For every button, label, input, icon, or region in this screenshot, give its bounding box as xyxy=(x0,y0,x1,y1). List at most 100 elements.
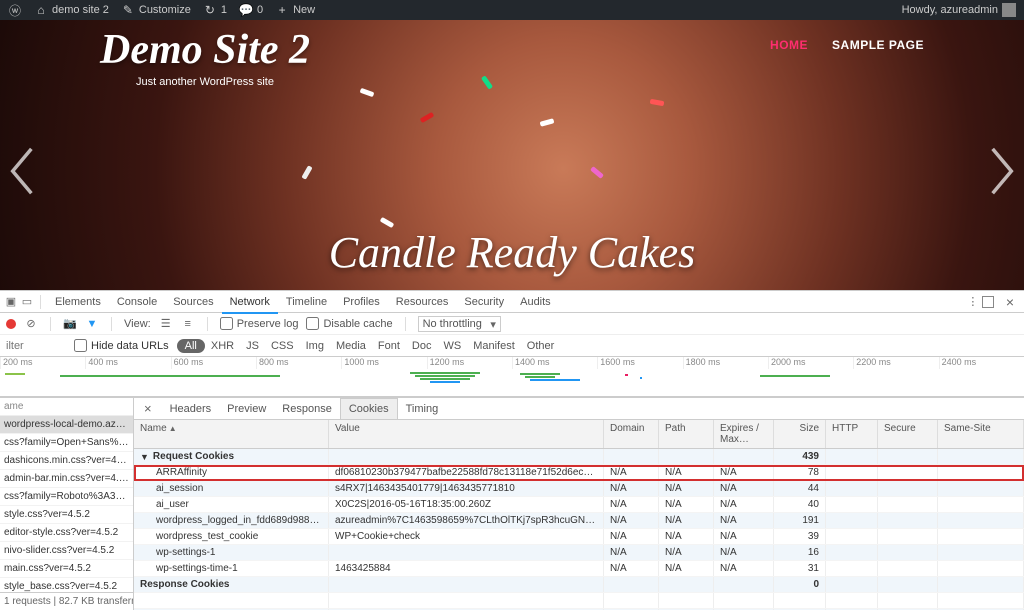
wp-customize[interactable]: ✎Customize xyxy=(121,3,191,17)
dock-icon[interactable] xyxy=(982,296,994,308)
network-filter-row: Hide data URLs AllXHRJSCSSImgMediaFontDo… xyxy=(0,335,1024,357)
wp-new[interactable]: +New xyxy=(275,3,315,17)
devtools-tab-elements[interactable]: Elements xyxy=(47,292,109,312)
record-icon[interactable] xyxy=(6,319,16,329)
request-item[interactable]: admin-bar.min.css?ver=4.5.2 xyxy=(0,470,133,488)
devtools-tab-audits[interactable]: Audits xyxy=(512,292,559,312)
devtools-panel: ▣ ▭ ElementsConsoleSourcesNetworkTimelin… xyxy=(0,290,1024,610)
col-http[interactable]: HTTP xyxy=(826,420,878,448)
hide-data-urls-checkbox[interactable]: Hide data URLs xyxy=(74,339,169,352)
filter-type-img[interactable]: Img xyxy=(300,338,330,354)
filter-type-doc[interactable]: Doc xyxy=(406,338,438,354)
request-item[interactable]: css?family=Roboto%3A300%2… xyxy=(0,488,133,506)
throttle-select[interactable]: No throttling xyxy=(418,316,501,332)
request-item[interactable]: style_base.css?ver=4.5.2 xyxy=(0,578,133,592)
wp-howdy[interactable]: Howdy, azureadmin xyxy=(902,3,1016,17)
timeline-tick: 800 ms xyxy=(256,357,341,369)
inspect-element-icon[interactable]: ▣ xyxy=(4,295,18,309)
cookie-row[interactable]: ai_sessions4RX7|1463435401779|1463435771… xyxy=(134,481,1024,497)
col-samesite[interactable]: Same-Site xyxy=(938,420,1024,448)
request-item[interactable]: editor-style.css?ver=4.5.2 xyxy=(0,524,133,542)
col-secure[interactable]: Secure xyxy=(878,420,938,448)
filter-type-ws[interactable]: WS xyxy=(437,338,467,354)
timeline-tick: 2200 ms xyxy=(853,357,938,369)
cookie-row[interactable]: wordpress_logged_in_fdd689d988fb4ab8fab9… xyxy=(134,513,1024,529)
timeline-tick: 1200 ms xyxy=(427,357,512,369)
timeline-tick: 400 ms xyxy=(85,357,170,369)
request-cookies-section[interactable]: ▼Request Cookies 439 xyxy=(134,449,1024,465)
detail-tab-headers[interactable]: Headers xyxy=(162,399,220,419)
avatar-icon xyxy=(1002,3,1016,17)
capture-screenshots-icon[interactable]: 📷 xyxy=(63,317,77,331)
slide-caption: Candle Ready Cakes xyxy=(0,227,1024,278)
request-list: ame wordpress-local-demo.azurewe…css?fam… xyxy=(0,398,134,610)
expand-icon: ▼ xyxy=(140,452,149,462)
wp-comments[interactable]: 💬0 xyxy=(239,3,263,17)
wp-updates[interactable]: ↻1 xyxy=(203,3,227,17)
devtools-tab-profiles[interactable]: Profiles xyxy=(335,292,388,312)
cookie-row[interactable]: wp-settings-1N/AN/AN/A16 xyxy=(134,545,1024,561)
detail-tab-preview[interactable]: Preview xyxy=(219,399,274,419)
request-item[interactable]: dashicons.min.css?ver=4.5.2 xyxy=(0,452,133,470)
filter-type-all[interactable]: All xyxy=(177,339,205,353)
response-cookies-section[interactable]: Response Cookies 0 xyxy=(134,577,1024,593)
devtools-close-icon[interactable]: × xyxy=(1000,294,1020,310)
detail-close-icon[interactable]: × xyxy=(136,401,160,416)
request-item[interactable]: style.css?ver=4.5.2 xyxy=(0,506,133,524)
col-size[interactable]: Size xyxy=(774,420,826,448)
col-expires[interactable]: Expires / Max… xyxy=(714,420,774,448)
col-value[interactable]: Value xyxy=(329,420,604,448)
cookie-row[interactable]: wp-settings-time-11463425884N/AN/AN/A31 xyxy=(134,561,1024,577)
timeline-tick: 1600 ms xyxy=(597,357,682,369)
request-detail-tabs: × HeadersPreviewResponseCookiesTiming xyxy=(134,398,1024,420)
preserve-log-checkbox[interactable]: Preserve log xyxy=(220,317,299,330)
request-item[interactable]: css?family=Open+Sans%3A300… xyxy=(0,434,133,452)
nav-sample-page[interactable]: SAMPLE PAGE xyxy=(832,38,924,52)
devtools-tab-console[interactable]: Console xyxy=(109,292,165,312)
request-item[interactable]: main.css?ver=4.5.2 xyxy=(0,560,133,578)
device-mode-icon[interactable]: ▭ xyxy=(20,295,34,309)
timeline-tick: 1400 ms xyxy=(512,357,597,369)
devtools-menu-icon[interactable]: ⋮ xyxy=(966,295,980,309)
wp-logo[interactable]: ⓦ xyxy=(8,3,22,17)
devtools-tab-sources[interactable]: Sources xyxy=(165,292,221,312)
filter-type-xhr[interactable]: XHR xyxy=(205,338,240,354)
devtools-tab-resources[interactable]: Resources xyxy=(388,292,457,312)
timeline-tick: 200 ms xyxy=(0,357,85,369)
request-item[interactable]: wordpress-local-demo.azurewe… xyxy=(0,416,133,434)
col-path[interactable]: Path xyxy=(659,420,714,448)
filter-type-css[interactable]: CSS xyxy=(265,338,300,354)
name-column-header[interactable]: ame xyxy=(0,398,133,416)
network-timeline[interactable]: 200 ms400 ms600 ms800 ms1000 ms1200 ms14… xyxy=(0,357,1024,397)
col-name[interactable]: Name▲ xyxy=(134,420,329,448)
status-bar: 1 requests | 82.7 KB transferred | xyxy=(0,592,133,610)
detail-tab-response[interactable]: Response xyxy=(274,399,340,419)
view-small-icon[interactable]: ≡ xyxy=(181,317,195,331)
detail-tab-cookies[interactable]: Cookies xyxy=(340,398,398,419)
devtools-tab-network[interactable]: Network xyxy=(222,292,278,314)
view-large-icon[interactable]: ☰ xyxy=(159,317,173,331)
filter-type-font[interactable]: Font xyxy=(372,338,406,354)
nav-home[interactable]: HOME xyxy=(770,38,808,52)
filter-type-manifest[interactable]: Manifest xyxy=(467,338,521,354)
wp-site-link[interactable]: ⌂demo site 2 xyxy=(34,3,109,17)
primary-nav: HOME SAMPLE PAGE xyxy=(770,38,924,52)
filter-type-media[interactable]: Media xyxy=(330,338,372,354)
detail-tab-timing[interactable]: Timing xyxy=(398,399,447,419)
filter-type-other[interactable]: Other xyxy=(521,338,561,354)
cookie-row[interactable]: ai_userX0C2S|2016-05-16T18:35:00.260ZN/A… xyxy=(134,497,1024,513)
cookie-row[interactable]: ARRAffinitydf06810230b379477bafbe22588fd… xyxy=(134,465,1024,481)
filter-input[interactable] xyxy=(6,340,66,352)
col-domain[interactable]: Domain xyxy=(604,420,659,448)
slider-next[interactable] xyxy=(988,147,1016,189)
devtools-tab-security[interactable]: Security xyxy=(456,292,512,312)
disable-cache-checkbox[interactable]: Disable cache xyxy=(306,317,392,330)
cookies-table: Name▲ Value Domain Path Expires / Max… S… xyxy=(134,420,1024,610)
filter-type-js[interactable]: JS xyxy=(240,338,265,354)
devtools-tab-timeline[interactable]: Timeline xyxy=(278,292,335,312)
filter-icon[interactable]: ▼ xyxy=(85,317,99,331)
slider-prev[interactable] xyxy=(8,147,36,189)
clear-icon[interactable]: ⊘ xyxy=(24,317,38,331)
cookie-row[interactable]: wordpress_test_cookieWP+Cookie+checkN/AN… xyxy=(134,529,1024,545)
request-item[interactable]: nivo-slider.css?ver=4.5.2 xyxy=(0,542,133,560)
